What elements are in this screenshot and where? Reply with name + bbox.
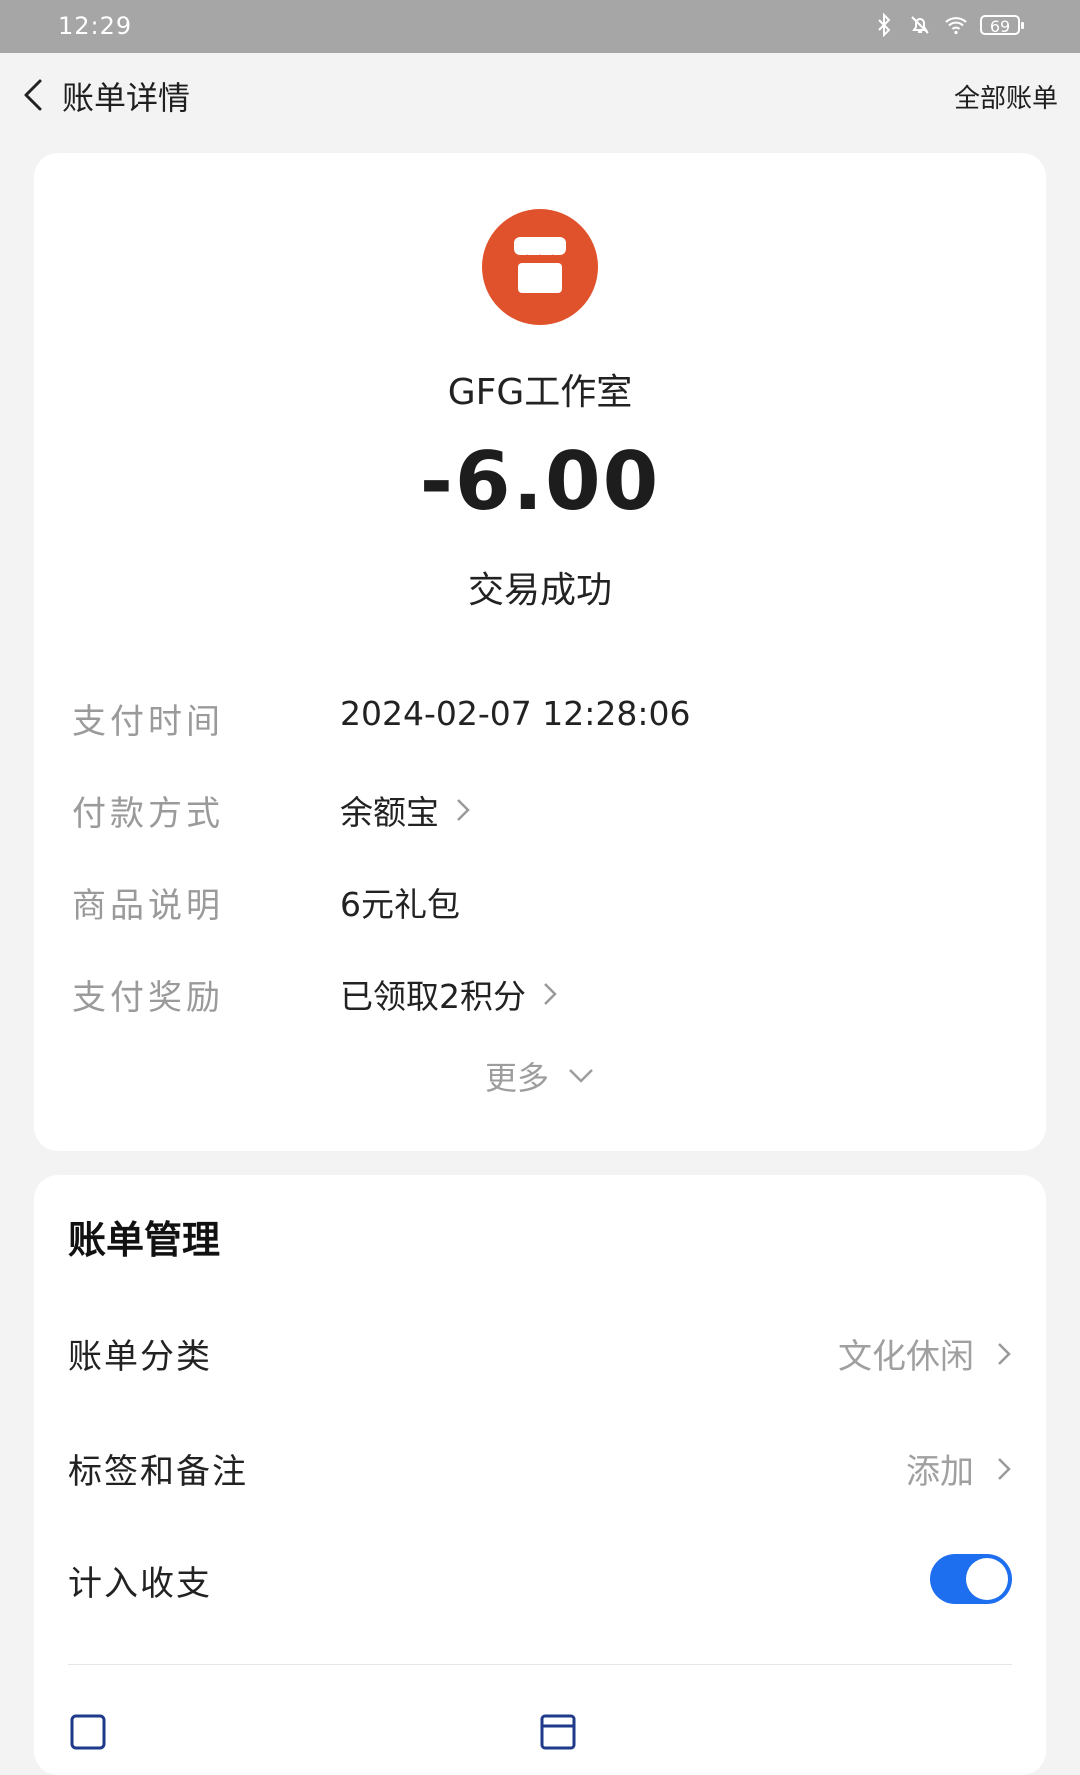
more-label: 更多 bbox=[484, 1059, 549, 1097]
detail-row-pay-time: 支付时间 2024-02-07 12:28:06 bbox=[72, 688, 1008, 742]
chevron-right-icon bbox=[998, 1342, 1011, 1365]
transaction-amount: -6.00 bbox=[419, 435, 661, 528]
bill-category-row[interactable]: 账单分类 文化休闲 bbox=[68, 1321, 1012, 1381]
transaction-status: 交易成功 bbox=[467, 570, 612, 611]
detail-label: 付款方式 bbox=[72, 794, 224, 834]
section-title: 账单管理 bbox=[68, 1218, 221, 1262]
detail-label: 商品说明 bbox=[72, 886, 224, 926]
transaction-card: GFG工作室 -6.00 交易成功 支付时间 2024-02-07 12:28:… bbox=[34, 153, 1046, 1151]
status-time: 12:29 bbox=[58, 12, 133, 40]
chevron-down-icon bbox=[569, 1069, 593, 1083]
detail-value: 6元礼包 bbox=[340, 878, 460, 926]
bottom-action-left[interactable] bbox=[68, 1712, 108, 1752]
detail-row-reward[interactable]: 支付奖励 已领取2积分 bbox=[72, 964, 1008, 1018]
merchant-name: GFG工作室 bbox=[447, 372, 633, 413]
detail-row-item-desc: 商品说明 6元礼包 bbox=[72, 872, 1008, 926]
tags-value-text: 添加 bbox=[906, 1452, 974, 1492]
battery-icon: 69 bbox=[980, 15, 1024, 36]
pay-time-value: 2024-02-07 12:28:06 bbox=[340, 694, 691, 733]
status-bar: 12:29 69 bbox=[0, 0, 1080, 53]
divider bbox=[68, 1664, 1012, 1665]
wifi-icon bbox=[945, 17, 967, 35]
item-desc-value: 6元礼包 bbox=[340, 885, 460, 924]
all-bills-link[interactable]: 全部账单 bbox=[954, 78, 1058, 115]
chevron-right-icon bbox=[457, 799, 470, 821]
toggle-knob bbox=[966, 1558, 1008, 1600]
bill-management-card: 账单管理 账单分类 文化休闲 标签和备注 添加 计入收支 bbox=[34, 1175, 1046, 1775]
page-title: 账单详情 bbox=[62, 79, 191, 117]
more-toggle[interactable]: 更多 bbox=[34, 1053, 1046, 1099]
status-icons: 69 bbox=[872, 13, 1024, 37]
chevron-right-icon bbox=[998, 1457, 1011, 1480]
detail-label: 支付奖励 bbox=[72, 978, 224, 1018]
tags-notes-label: 标签和备注 bbox=[68, 1452, 248, 1492]
merchant-logo bbox=[482, 209, 598, 325]
include-in-budget-row: 计入收支 bbox=[68, 1548, 1012, 1608]
store-icon bbox=[513, 237, 567, 293]
back-arrow-icon[interactable] bbox=[18, 75, 50, 115]
nav-bar: 账单详情 全部账单 bbox=[0, 53, 1080, 143]
chevron-right-icon bbox=[544, 983, 557, 1005]
bottom-action-right[interactable] bbox=[538, 1712, 578, 1752]
reward-value: 已领取2积分 bbox=[340, 977, 526, 1016]
detail-row-payment-method[interactable]: 付款方式 余额宝 bbox=[72, 780, 1008, 834]
detail-value: 2024-02-07 12:28:06 bbox=[340, 694, 690, 733]
category-value-text: 文化休闲 bbox=[838, 1337, 974, 1377]
include-toggle[interactable] bbox=[930, 1554, 1012, 1604]
tags-notes-value[interactable]: 添加 bbox=[906, 1444, 1012, 1493]
tags-notes-row[interactable]: 标签和备注 添加 bbox=[68, 1436, 1012, 1496]
detail-value[interactable]: 已领取2积分 bbox=[340, 970, 558, 1018]
bill-category-label: 账单分类 bbox=[68, 1337, 212, 1377]
list-icon bbox=[540, 1714, 576, 1750]
document-icon bbox=[70, 1714, 106, 1750]
mute-bell-icon bbox=[911, 16, 929, 34]
bill-category-value[interactable]: 文化休闲 bbox=[838, 1329, 1012, 1378]
detail-value[interactable]: 余额宝 bbox=[340, 786, 471, 834]
bluetooth-icon bbox=[878, 13, 891, 37]
payment-method-value: 余额宝 bbox=[340, 793, 439, 832]
detail-label: 支付时间 bbox=[72, 702, 224, 742]
include-label: 计入收支 bbox=[68, 1564, 212, 1604]
